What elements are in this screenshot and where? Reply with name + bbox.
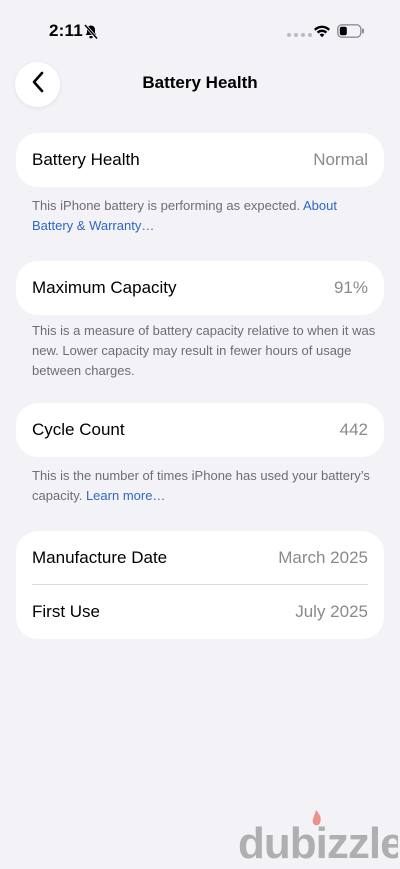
- svg-text:dubizzle: dubizzle: [238, 819, 398, 864]
- dates-card: Manufacture Date March 2025 First Use Ju…: [16, 531, 384, 639]
- status-bar: 2:11: [0, 0, 400, 60]
- maximum-capacity-row: Maximum Capacity 91%: [16, 261, 384, 315]
- battery-health-label: Battery Health: [32, 150, 140, 169]
- dubizzle-watermark-logo: dubizzle: [238, 804, 400, 869]
- cycle-count-footnote: This is the number of times iPhone has u…: [32, 466, 377, 506]
- maximum-capacity-value: 91%: [333, 278, 368, 297]
- battery-health-footnote-text: This iPhone battery is performing as exp…: [32, 198, 303, 213]
- cycle-count-label: Cycle Count: [32, 420, 125, 439]
- status-time: 2:11: [49, 21, 83, 40]
- first-use-label: First Use: [32, 602, 100, 621]
- page-title: Battery Health: [142, 73, 258, 92]
- bell-slash-icon: [83, 24, 99, 45]
- maximum-capacity-footnote: This is a measure of battery capacity re…: [32, 323, 376, 378]
- wifi-icon: [313, 24, 331, 43]
- cycle-count-row: Cycle Count 442: [16, 403, 384, 457]
- battery-health-value: Normal: [313, 150, 368, 169]
- cellular-dots-icon: [287, 33, 312, 37]
- cycle-count-footnote-text: This is the number of times iPhone has u…: [32, 468, 370, 503]
- battery-health-row[interactable]: Battery Health Normal: [16, 133, 384, 187]
- battery-icon: [337, 24, 365, 43]
- cycle-count-value: 442: [339, 420, 368, 439]
- learn-more-link[interactable]: Learn more…: [86, 488, 165, 503]
- manufacture-date-label: Manufacture Date: [32, 548, 168, 567]
- maximum-capacity-label: Maximum Capacity: [32, 278, 177, 297]
- battery-health-footnote: This iPhone battery is performing as exp…: [32, 196, 377, 236]
- manufacture-date-value: March 2025: [278, 548, 368, 567]
- first-use-value: July 2025: [295, 602, 368, 621]
